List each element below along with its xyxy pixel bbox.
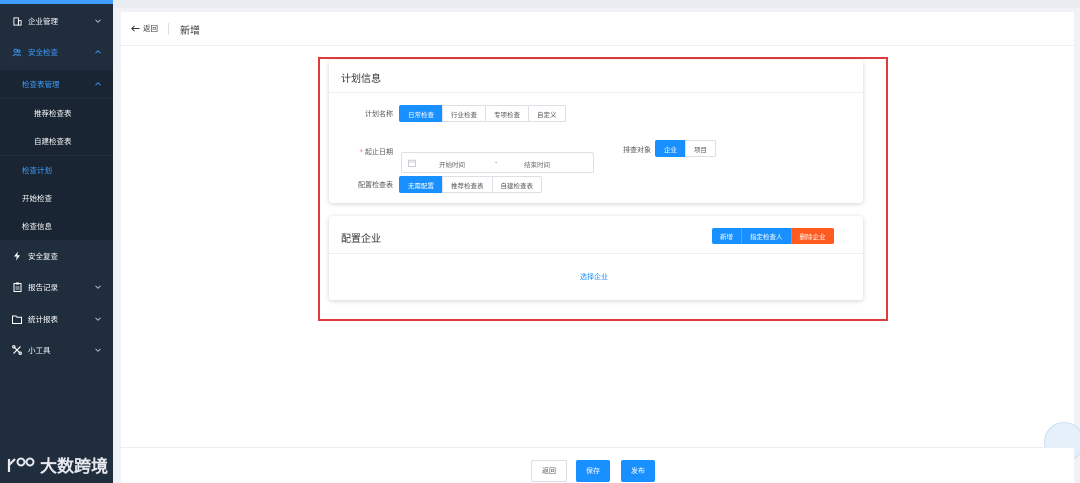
card-title: 配置企业: [341, 234, 381, 245]
sidebar-item-label: 安全复查: [28, 251, 58, 261]
date-start-input[interactable]: 开始时间: [439, 159, 465, 169]
folder-icon: [12, 314, 22, 324]
content-panel: 返回 新增 计划信息 计划名称 日常检查 行业检查 专项检查 自定义 * 起止日期…: [121, 12, 1080, 462]
sidebar-item-label: 报告记录: [28, 282, 58, 292]
company-actions: 新增 指定检查人 删除企业: [712, 228, 834, 244]
page-title: 新增: [180, 26, 200, 37]
target-option-project[interactable]: 项目: [685, 140, 716, 157]
plan-name-option-custom[interactable]: 自定义: [528, 105, 566, 122]
back-label: 返回: [143, 24, 158, 33]
plan-name-option-daily[interactable]: 日常检查: [399, 105, 443, 122]
sidebar-item-custom-checklist[interactable]: 自建检查表: [0, 127, 113, 155]
sidebar: 企业管理 安全检查 检查表管理 推荐检查表 自建检查表 检查计划 开始检查 检查…: [0, 0, 113, 483]
chevron-up-icon: [95, 50, 101, 54]
sidebar-item-label: 推荐检查表: [34, 108, 72, 118]
sidebar-item-recommended-checklist[interactable]: 推荐检查表: [0, 99, 113, 127]
watermark: 大数跨境: [6, 452, 108, 477]
people-icon: [12, 47, 22, 57]
sidebar-item-check-info[interactable]: 检查信息: [0, 212, 113, 240]
arrow-left-icon: [131, 25, 140, 32]
building-icon: [12, 16, 22, 26]
footer-back-button[interactable]: 返回: [531, 460, 567, 482]
date-label-text: 起止日期: [365, 148, 393, 156]
date-end-input[interactable]: 结束时间: [524, 159, 550, 169]
sidebar-item-check-plan[interactable]: 检查计划: [0, 156, 113, 184]
config-checklist-label: 配置检查表: [358, 181, 393, 189]
watermark-text: 大数跨境: [40, 457, 108, 477]
card-title: 计划信息: [341, 74, 381, 85]
chevron-down-icon: [95, 348, 101, 352]
sidebar-item-checklist-manage[interactable]: 检查表管理: [0, 70, 113, 98]
main-area: 返回 新增 计划信息 计划名称 日常检查 行业检查 专项检查 自定义 * 起止日期…: [113, 0, 1080, 483]
config-option-none[interactable]: 无需配置: [399, 176, 443, 193]
sidebar-item-label: 安全检查: [28, 47, 58, 57]
plan-name-label: 计划名称: [365, 110, 393, 118]
bolt-icon: [12, 251, 22, 261]
plan-name-group: 日常检查 行业检查 专项检查 自定义: [399, 105, 566, 122]
chevron-down-icon: [95, 19, 101, 23]
date-range-label: * 起止日期: [345, 147, 394, 157]
tools-icon: [12, 345, 22, 355]
sidebar-item-start-check[interactable]: 开始检查: [0, 184, 113, 212]
clipboard-icon: [12, 282, 22, 292]
sidebar-item-enterprise[interactable]: 企业管理: [0, 7, 113, 35]
sidebar-item-tools[interactable]: 小工具: [0, 336, 113, 364]
sidebar-item-report-record[interactable]: 报告记录: [0, 273, 113, 301]
required-mark: *: [359, 148, 364, 156]
chevron-down-icon: [95, 317, 101, 321]
back-link[interactable]: 返回: [131, 23, 158, 34]
sidebar-item-label: 自建检查表: [34, 136, 72, 146]
config-option-custom[interactable]: 自建检查表: [491, 176, 542, 193]
page-header: 返回 新增: [121, 12, 1074, 46]
target-option-enterprise[interactable]: 企业: [655, 140, 686, 157]
date-separator: -: [495, 158, 498, 166]
select-company-link[interactable]: 选择企业: [580, 272, 608, 282]
add-company-button[interactable]: 新增: [712, 228, 742, 244]
date-range-picker[interactable]: 开始时间 - 结束时间: [401, 152, 594, 173]
sidebar-item-label: 统计报表: [28, 314, 58, 324]
config-checklist-group: 无需配置 推荐检查表 自建检查表: [399, 176, 542, 193]
footer-bar: 返回 保存 发布: [121, 447, 1074, 483]
sidebar-item-label: 检查表管理: [22, 79, 60, 89]
delete-company-button[interactable]: 删除企业: [791, 228, 834, 244]
card-divider: [329, 253, 863, 254]
sidebar-item-safety-check[interactable]: 安全检查: [0, 38, 113, 66]
watermark-logo-icon: [7, 457, 35, 472]
plan-name-option-industry[interactable]: 行业检查: [442, 105, 486, 122]
save-button[interactable]: 保存: [576, 460, 610, 482]
sidebar-item-label: 小工具: [28, 345, 51, 355]
assign-inspector-button[interactable]: 指定检查人: [742, 228, 792, 244]
sidebar-item-label: 企业管理: [28, 16, 58, 26]
sidebar-item-label: 开始检查: [22, 193, 52, 203]
sidebar-topbar: [0, 0, 113, 4]
sidebar-item-label: 检查信息: [22, 221, 52, 231]
plan-name-option-special[interactable]: 专项检查: [485, 105, 529, 122]
chevron-down-icon: [95, 285, 101, 289]
calendar-icon: [408, 159, 416, 167]
publish-button[interactable]: 发布: [621, 460, 655, 482]
card-divider: [329, 92, 863, 93]
sidebar-item-label: 检查计划: [22, 165, 52, 175]
chevron-up-icon: [95, 82, 101, 86]
header-divider: [168, 23, 169, 35]
target-group: 企业 项目: [655, 140, 716, 157]
config-option-recommended[interactable]: 推荐检查表: [442, 176, 493, 193]
sidebar-item-safety-recheck[interactable]: 安全复查: [0, 242, 113, 270]
top-strip: [113, 0, 1080, 8]
sidebar-item-statistics[interactable]: 统计报表: [0, 305, 113, 333]
target-label: 排查对象: [623, 146, 651, 154]
